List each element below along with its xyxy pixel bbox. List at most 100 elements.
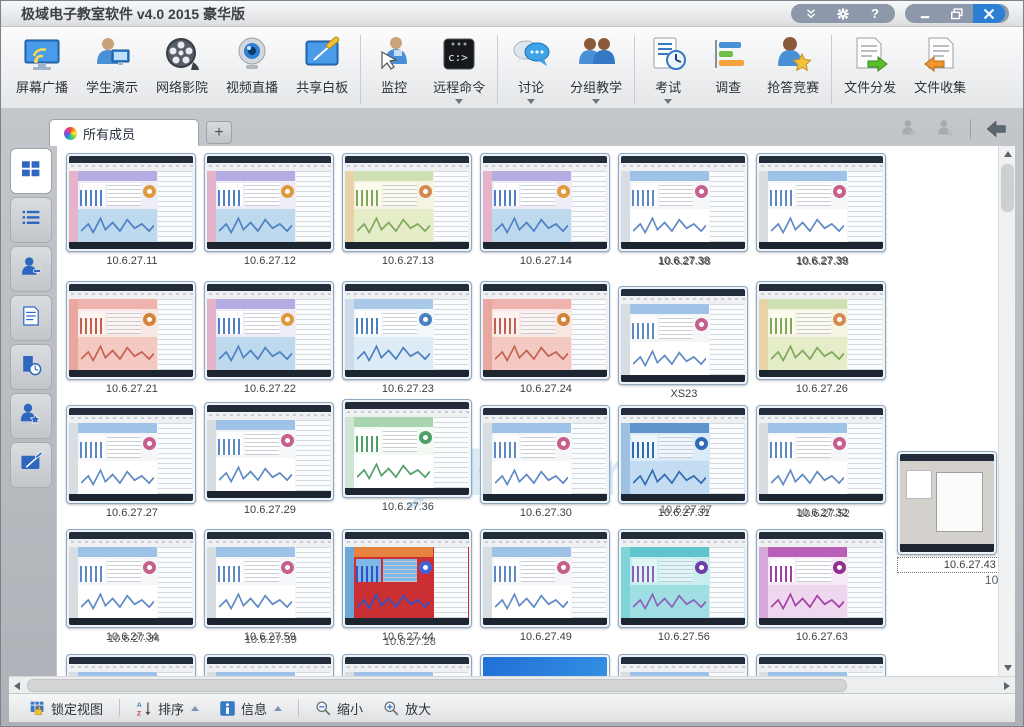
toolbar-separator	[634, 35, 635, 104]
scroll-down-button[interactable]	[999, 660, 1016, 676]
member-thumbnail[interactable]: 10.6.27.21	[66, 281, 198, 395]
toolbar-survey-label: 调查	[715, 77, 741, 96]
film-reel-icon	[161, 33, 203, 75]
toolbar-shared-whiteboard[interactable]: 共享白板	[287, 31, 357, 98]
chevron-down-icon	[455, 99, 463, 104]
toolbar-discussion[interactable]: 讨论	[501, 31, 561, 106]
chevron-double-down-icon	[804, 7, 818, 21]
sidebar-item-document-history[interactable]	[10, 344, 52, 390]
locate-member-button[interactable]	[934, 118, 958, 140]
member-thumbnail[interactable]: 10.6.27.3410.6.27.34	[66, 529, 198, 643]
thumbnail-screen	[756, 405, 886, 504]
vertical-scrollbar[interactable]	[998, 146, 1015, 676]
toolbar-exam-label: 考试	[655, 77, 681, 96]
member-thumbnail[interactable]: 10.6.27.3110.6.27.37	[618, 405, 750, 519]
member-thumbnail[interactable]: 10.6.27.4410.6.27.28	[342, 529, 474, 643]
tab-all-members[interactable]: 所有成员	[49, 119, 199, 146]
member-thumbnail[interactable]	[66, 654, 198, 676]
toolbar-monitor-label: 监控	[381, 77, 407, 96]
bottom-zoom-in[interactable]: 放大	[375, 696, 439, 721]
thumbnail-label: 10.6.27.24	[480, 383, 612, 395]
toolbar-remote-command[interactable]: c:>远程命令	[424, 31, 494, 106]
svg-text:A: A	[137, 702, 142, 709]
member-thumbnail[interactable]: XS23	[618, 286, 750, 400]
bottom-zoom-out[interactable]: 缩小	[307, 696, 371, 721]
toolbar-monitor[interactable]: 监控	[364, 31, 424, 98]
thumbnail-screen	[618, 286, 748, 385]
scroll-left-button[interactable]	[9, 677, 25, 694]
member-thumbnail[interactable]	[756, 654, 888, 676]
minimize-button[interactable]	[909, 4, 941, 23]
scroll-right-button[interactable]	[999, 677, 1015, 694]
add-member-button[interactable]	[898, 118, 922, 140]
member-thumbnail[interactable]: 10.6.27.5910.6.27.39	[204, 529, 336, 643]
svg-text:c:>: c:>	[448, 51, 468, 64]
dragged-thumbnail[interactable]: 10.6.27.4310.6	[897, 451, 998, 573]
settings-button[interactable]	[827, 4, 859, 23]
window-controls: ?	[791, 4, 1009, 23]
bottom-lock-view[interactable]: 锁定视图	[21, 696, 111, 721]
restore-button[interactable]	[941, 4, 973, 23]
sidebar-item-member-remove[interactable]	[10, 246, 52, 292]
toolbar-screen-broadcast[interactable]: 屏幕广播	[7, 31, 77, 98]
member-thumbnail[interactable]: 10.6.27.36	[342, 399, 474, 513]
member-thumbnail[interactable]: 10.6.27.3210.6.27.52	[756, 405, 888, 519]
toolbar-net-movie[interactable]: 网络影院	[147, 31, 217, 98]
zoom-in-icon	[383, 700, 400, 717]
toolbar-student-demo[interactable]: 学生演示	[77, 31, 147, 98]
member-thumbnail[interactable]: 10.6.27.12	[204, 153, 336, 267]
title-bar: 极域电子教室软件 v4.0 2015 豪华版 ?	[1, 1, 1023, 27]
thumbnail-label: 10.6.27.14	[480, 255, 612, 267]
member-thumbnail[interactable]: 10.6.27.3910.6.27.38	[756, 153, 888, 267]
bottom-info[interactable]: 信息	[211, 696, 290, 721]
add-tab-button[interactable]: +	[206, 121, 232, 144]
member-thumbnail[interactable]: 10.6.27.56	[618, 529, 750, 643]
member-thumbnail[interactable]: 10.6.27.3810.6.27.38	[618, 153, 750, 267]
toolbar-group-teaching[interactable]: 分组教学	[561, 31, 631, 106]
thumbnail-screen	[342, 399, 472, 498]
toolbar-file-collect[interactable]: 文件收集	[905, 31, 975, 98]
toolbar-quiz-contest[interactable]: 抢答竞赛	[758, 31, 828, 98]
sidebar-item-view-list[interactable]	[10, 197, 52, 243]
horizontal-scrollbar[interactable]	[9, 676, 1015, 693]
member-thumbnail[interactable]: 10.6.27.63	[756, 529, 888, 643]
member-thumbnail[interactable]: 10.6.27.24	[480, 281, 612, 395]
sidebar-item-whiteboard[interactable]	[10, 442, 52, 488]
toolbar-file-distribute[interactable]: 文件分发	[835, 31, 905, 98]
member-thumbnail[interactable]: 10.6.27.14	[480, 153, 612, 267]
scroll-up-button[interactable]	[999, 146, 1016, 162]
member-thumbnail[interactable]: 10.6.27.23	[342, 281, 474, 395]
question-icon: ?	[871, 6, 879, 21]
sidebar-item-member-star[interactable]	[10, 393, 52, 439]
bottom-sort[interactable]: AZ排序	[128, 696, 207, 721]
document-clock-icon	[19, 353, 43, 382]
toolbar-student-demo-label: 学生演示	[86, 77, 138, 96]
member-thumbnail[interactable]: 10.6.27.26	[756, 281, 888, 395]
sidebar-item-view-thumbnails[interactable]	[10, 148, 52, 194]
member-thumbnail[interactable]: 10.6.27.27	[66, 405, 198, 519]
vscroll-thumb[interactable]	[1001, 164, 1014, 212]
toolbar-video-live[interactable]: 视频直播	[217, 31, 287, 98]
member-thumbnail[interactable]	[204, 654, 336, 676]
hscroll-thumb[interactable]	[27, 679, 847, 692]
member-thumbnail[interactable]	[618, 654, 750, 676]
member-thumbnail[interactable]: 10.6.27.29	[204, 402, 336, 516]
bottom-zoom-out-label: 缩小	[337, 699, 363, 718]
member-thumbnail[interactable]: 10.6.27.30	[480, 405, 612, 519]
toolbar-net-movie-label: 网络影院	[156, 77, 208, 96]
sidebar-item-documents[interactable]	[10, 295, 52, 341]
thumbnail-label-ghost: 10.6.27.39	[245, 634, 297, 646]
close-button[interactable]	[973, 4, 1005, 23]
member-thumbnail[interactable]	[480, 654, 612, 676]
member-thumbnail[interactable]: 10.6.27.49	[480, 529, 612, 643]
member-thumbnail[interactable]: 10.6.27.11	[66, 153, 198, 267]
member-thumbnail[interactable]	[342, 654, 474, 676]
member-thumbnail[interactable]: 10.6.27.22	[204, 281, 336, 395]
toolbar-survey[interactable]: 调查	[698, 31, 758, 98]
help-button[interactable]: ?	[859, 4, 891, 23]
toolbar-exam[interactable]: 考试	[638, 31, 698, 106]
thumbnail-label: 10.6.27.4410.6.27.28	[342, 631, 474, 643]
collapse-toolbar-button[interactable]	[795, 4, 827, 23]
member-thumbnail[interactable]: 10.6.27.13	[342, 153, 474, 267]
back-button[interactable]	[983, 118, 1009, 140]
